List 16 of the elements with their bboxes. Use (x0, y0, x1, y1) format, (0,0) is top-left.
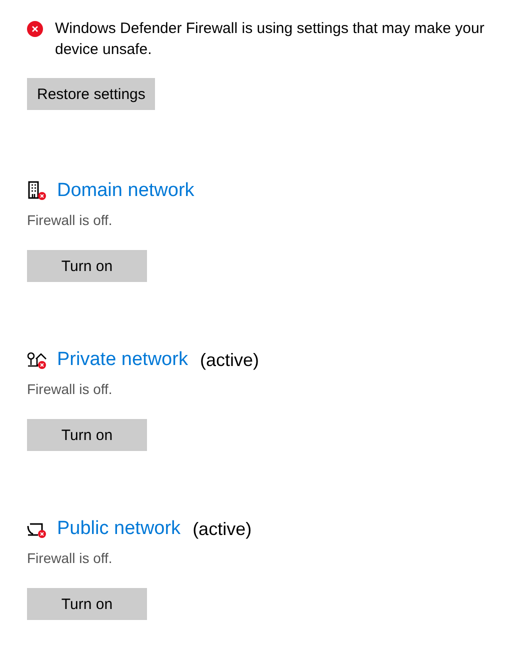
firewall-status: Firewall is off. (27, 380, 114, 399)
error-icon (27, 21, 43, 37)
warning-message: Windows Defender Firewall is using settings that may make your device unsafe. (55, 19, 486, 60)
turn-on-button[interactable]: Turn on (27, 250, 147, 282)
home-network-icon (27, 350, 47, 370)
restore-settings-button[interactable]: Restore settings (27, 78, 156, 110)
active-label: (active) (192, 518, 252, 540)
turn-on-button[interactable]: Turn on (27, 419, 147, 451)
network-link[interactable]: Domain network (57, 180, 194, 202)
building-icon (27, 181, 47, 201)
active-label: (active) (200, 350, 259, 370)
network-link[interactable]: Private network (57, 349, 188, 371)
turn-on-button[interactable]: Turn on (27, 588, 147, 620)
network-link[interactable]: Public network (57, 518, 181, 540)
firewall-status: Firewall is off. (27, 211, 114, 230)
firewall-status: Firewall is off. (27, 549, 114, 568)
